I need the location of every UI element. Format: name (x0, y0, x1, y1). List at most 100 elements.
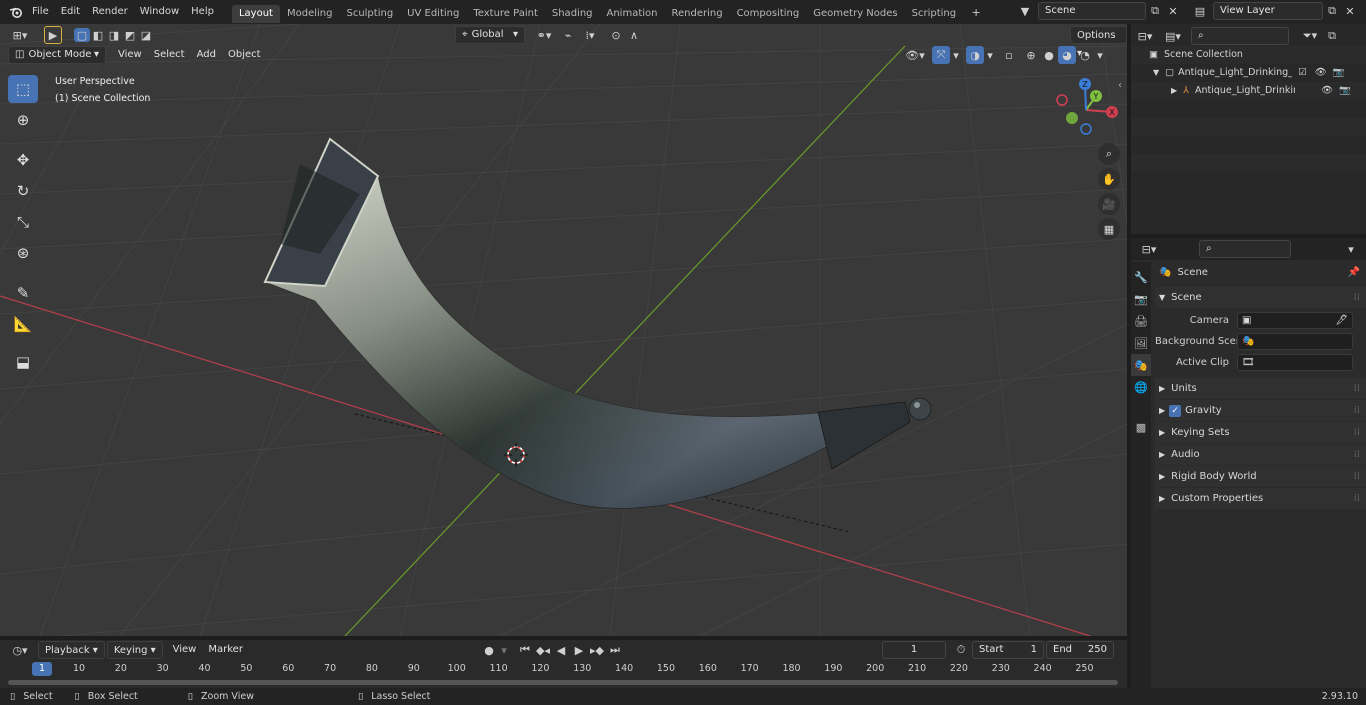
play-icon[interactable]: ▶ (570, 641, 588, 659)
tab-shading[interactable]: Shading (545, 5, 600, 23)
outliner-row-object[interactable]: ▶ ⅄ Antique_Light_Drinking_H 👁 📷 (1131, 82, 1366, 100)
current-frame-field[interactable]: 1 (882, 641, 946, 659)
expand-arrow-icon[interactable]: ▶ (1171, 82, 1177, 100)
eyedropper-icon[interactable]: 🖋 (1335, 310, 1348, 331)
record-dropdown-icon[interactable]: ▾ (498, 641, 510, 659)
camera-view-icon[interactable]: 🎥 (1098, 193, 1120, 215)
new-collection-icon[interactable]: ⧉ (1323, 27, 1341, 45)
scale-tool-icon[interactable]: ⤡ (8, 208, 38, 236)
add-workspace-icon[interactable]: + (967, 3, 985, 21)
menu-keying[interactable]: Keying ▾ (106, 641, 163, 659)
properties-search-input[interactable]: ⌕ (1199, 240, 1291, 258)
add-cube-tool-icon[interactable]: ⬓ (8, 348, 38, 376)
properties-options-icon[interactable]: ▾ (1342, 240, 1360, 258)
view-layer-field[interactable]: View Layer (1213, 2, 1323, 20)
menu-select[interactable]: Select (148, 46, 191, 64)
next-keyframe-icon[interactable]: ▸◆ (588, 641, 606, 659)
xray-icon[interactable]: ▫ (1000, 46, 1018, 64)
tab-sculpting[interactable]: Sculpting (339, 5, 400, 23)
zoom-view-icon[interactable]: ⌕ (1098, 143, 1120, 165)
gravity-panel-header[interactable]: ▶ ✓ Gravity ⁞⁞ (1155, 400, 1366, 421)
frame-ruler[interactable]: 1 10 20 30 40 50 60 70 80 90 100 110 120 130 140 150 160… (0, 662, 1127, 678)
drag-handle-icon[interactable]: ⁞⁞ (1354, 378, 1360, 399)
perspective-toggle-icon[interactable]: ▦ (1098, 218, 1120, 240)
prev-keyframe-icon[interactable]: ◆◂ (534, 641, 552, 659)
menu-view[interactable]: View (112, 46, 148, 64)
invert-selection-icon[interactable]: ◩ (122, 26, 138, 44)
delete-view-layer-icon[interactable]: ✕ (1341, 2, 1359, 20)
new-scene-icon[interactable]: ⧉ (1146, 2, 1164, 20)
properties-editor-icon[interactable]: ⊟▾ (1135, 240, 1163, 258)
shading-dropdown-icon[interactable]: ▾ (1094, 46, 1106, 64)
display-mode-icon[interactable]: ▤▾ (1159, 27, 1187, 45)
filter-icon[interactable]: ⏷▾ (1297, 27, 1323, 45)
world-tab-icon[interactable]: 🌐 (1131, 376, 1151, 398)
transform-tool-icon[interactable]: ⊛ (8, 239, 38, 267)
overlays-toggle-icon[interactable]: ◑ (966, 46, 984, 64)
gizmo-dropdown-icon[interactable]: ▾ (950, 46, 962, 64)
gizmo-toggle-icon[interactable]: ⤧ (932, 46, 950, 64)
tab-layout[interactable]: Layout (231, 4, 280, 23)
record-icon[interactable]: ● (480, 641, 498, 659)
move-tool-icon[interactable]: ✥ (8, 146, 38, 174)
tab-animation[interactable]: Animation (600, 5, 665, 23)
view-layer-tab-icon[interactable]: 🖼 (1131, 332, 1151, 354)
menu-window[interactable]: Window (134, 0, 185, 24)
rigid-body-world-panel-header[interactable]: ▶ Rigid Body World ⁞⁞ (1155, 466, 1366, 487)
timeline-editor-icon[interactable]: ◷▾ (6, 641, 34, 659)
visibility-icon[interactable]: 👁▾ (902, 46, 928, 64)
outliner-row-collection[interactable]: ▼ ▢ Antique_Light_Drinking_Horn_ ☑ 👁 📷 (1131, 64, 1366, 82)
tab-texture-paint[interactable]: Texture Paint (466, 5, 545, 23)
scene-tab-icon[interactable]: 🎭 (1131, 354, 1151, 376)
menu-add[interactable]: Add (191, 46, 222, 64)
tab-modeling[interactable]: Modeling (280, 5, 340, 23)
navigation-gizmo[interactable]: X Y Z (1052, 76, 1122, 140)
camera-field[interactable]: ▣ 🖋 (1237, 312, 1353, 329)
drag-handle-icon[interactable]: ⁞⁞ (1354, 287, 1360, 308)
jump-start-icon[interactable]: ⏮ (516, 641, 534, 659)
drag-handle-icon[interactable]: ⁞⁞ (1354, 422, 1360, 443)
solid-shading-icon[interactable]: ● (1040, 46, 1058, 64)
start-frame-field[interactable]: Start 1 (972, 641, 1044, 659)
mode-select[interactable]: ◫ Object Mode ▾ (8, 46, 106, 64)
menu-edit[interactable]: Edit (55, 0, 86, 24)
pan-view-icon[interactable]: ✋ (1098, 168, 1120, 190)
render-tab-icon[interactable]: 📷 (1131, 288, 1151, 310)
end-frame-field[interactable]: End 250 (1046, 641, 1114, 659)
eye-icon[interactable]: 👁 (1321, 82, 1333, 100)
new-selection-icon[interactable]: ▢ (74, 28, 90, 42)
delete-scene-icon[interactable]: ✕ (1164, 2, 1182, 20)
select-box-tool-icon[interactable]: ⬚ (8, 75, 38, 103)
expand-arrow-icon[interactable]: ▼ (1153, 64, 1159, 82)
camera-icon[interactable]: 📷 (1333, 64, 1345, 82)
outliner-search-input[interactable]: ⌕ (1191, 27, 1289, 45)
menu-object[interactable]: Object (222, 46, 267, 64)
view-layer-icon[interactable]: ▤ (1187, 2, 1213, 20)
scene-icon[interactable]: ▼ (1012, 2, 1038, 20)
snap-target-icon[interactable]: ⁞▾ (577, 26, 603, 44)
outliner-editor-icon[interactable]: ⊟▾ (1131, 27, 1159, 45)
tab-rendering[interactable]: Rendering (664, 5, 729, 23)
menu-file[interactable]: File (26, 0, 55, 24)
stopwatch-icon[interactable]: ⏱ (952, 641, 970, 659)
play-reverse-icon[interactable]: ◀ (552, 641, 570, 659)
tool-tab-icon[interactable]: 🔧 (1131, 266, 1151, 288)
sidebar-toggle-icon[interactable]: ‹ (1118, 80, 1122, 91)
camera-icon[interactable]: 📷 (1339, 82, 1351, 100)
material-shading-icon[interactable]: ◕ (1058, 46, 1076, 64)
options-button[interactable]: Options ▾ (1070, 26, 1127, 59)
rotate-tool-icon[interactable]: ↻ (8, 177, 38, 205)
units-panel-header[interactable]: ▶ Units ⁞⁞ (1155, 378, 1366, 399)
outliner-row-scene-collection[interactable]: ▣ Scene Collection (1131, 46, 1366, 64)
extend-selection-icon[interactable]: ◧ (90, 26, 106, 44)
custom-properties-panel-header[interactable]: ▶ Custom Properties ⁞⁞ (1155, 488, 1366, 509)
transform-orientation-select[interactable]: ⌖ Global ▾ (455, 26, 525, 44)
rendered-shading-icon[interactable]: ◔ (1076, 46, 1094, 64)
menu-marker[interactable]: Marker (202, 641, 249, 659)
intersect-selection-icon[interactable]: ◪ (138, 26, 154, 44)
texture-tab-icon[interactable]: ▩ (1131, 416, 1151, 438)
measure-tool-icon[interactable]: 📐 (8, 310, 38, 338)
new-view-layer-icon[interactable]: ⧉ (1323, 2, 1341, 20)
overlays-dropdown-icon[interactable]: ▾ (984, 46, 996, 64)
eye-icon[interactable]: 👁 (1315, 64, 1327, 82)
